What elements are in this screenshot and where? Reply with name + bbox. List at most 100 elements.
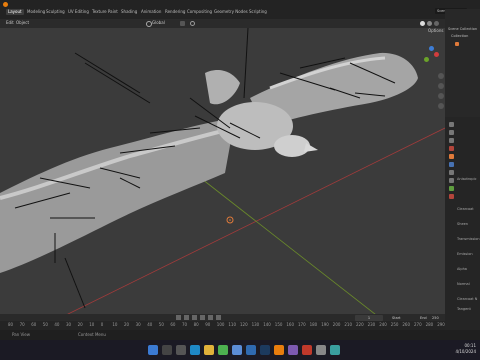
modifier-props-icon[interactable] bbox=[449, 162, 454, 167]
timeline-frame-number: 220 bbox=[356, 322, 364, 327]
scene-props-icon[interactable] bbox=[449, 138, 454, 143]
taskbar-clock[interactable]: 00:11 4/10/2024 bbox=[455, 343, 476, 355]
prop-label-sheen: Sheen bbox=[457, 222, 468, 226]
store-icon[interactable] bbox=[232, 345, 242, 355]
tab-modeling[interactable]: Modeling bbox=[27, 9, 45, 15]
outliner-scene-collection[interactable]: Scene Collection bbox=[448, 27, 477, 31]
jump-start-icon[interactable] bbox=[176, 315, 181, 320]
3d-viewport[interactable]: Options bbox=[0, 28, 445, 318]
timeline-frame-number: 100 bbox=[216, 322, 225, 327]
blender-logo-icon[interactable] bbox=[3, 2, 8, 7]
tab-texture-paint[interactable]: Texture Paint bbox=[92, 9, 118, 15]
eagle-tail bbox=[205, 70, 240, 105]
tab-geometry-nodes[interactable]: Geometry Nodes bbox=[214, 9, 248, 15]
status-context-menu: Context Menu bbox=[78, 332, 106, 337]
timeline-frame-number: 190 bbox=[321, 322, 329, 327]
prop-label-anisotropic: Anisotropic bbox=[457, 177, 477, 181]
tab-rendering[interactable]: Rendering bbox=[165, 9, 185, 15]
constraint-props-icon[interactable] bbox=[449, 178, 454, 183]
navigation-gizmo[interactable] bbox=[422, 46, 440, 64]
tab-compositing[interactable]: Compositing bbox=[187, 9, 212, 15]
properties-panel: Anisotropic Clearcoat Sheen Transmission… bbox=[445, 117, 480, 330]
options-button[interactable]: Options bbox=[428, 28, 443, 34]
app-icon-4[interactable] bbox=[330, 345, 340, 355]
timeline-frame-number: 290 bbox=[437, 322, 445, 327]
viewport-shading-solid-icon[interactable] bbox=[420, 21, 425, 26]
timeline-frame-number: 80 bbox=[8, 322, 14, 327]
search-icon[interactable] bbox=[162, 345, 172, 355]
status-bar: Pan View Context Menu bbox=[0, 330, 480, 340]
prop-label-clearcoat-normal: Clearcoat N bbox=[457, 297, 478, 301]
file-explorer-icon[interactable] bbox=[204, 345, 214, 355]
jump-end-icon[interactable] bbox=[216, 315, 221, 320]
start-icon[interactable] bbox=[148, 345, 158, 355]
outliner-collection[interactable]: Collection bbox=[451, 34, 468, 38]
tab-uv-editing[interactable]: UV Editing bbox=[68, 9, 89, 15]
gizmo-z-axis[interactable] bbox=[429, 46, 434, 51]
timeline-ruler[interactable]: 80 70 60 50 40 30 20 10 0 10 20 30 40 50 60 70 80 90 100 11… bbox=[0, 321, 445, 330]
gizmo-x-axis[interactable] bbox=[434, 52, 439, 57]
edit-menu[interactable]: Edit bbox=[6, 20, 14, 26]
viewport-shading-render-icon[interactable] bbox=[434, 21, 439, 26]
timeline-frame-number: 90 bbox=[205, 322, 211, 327]
viewport-canvas[interactable] bbox=[0, 28, 445, 318]
app-icon-2[interactable] bbox=[302, 345, 312, 355]
output-props-icon[interactable] bbox=[449, 130, 454, 135]
chrome-icon[interactable] bbox=[218, 345, 228, 355]
edge-icon[interactable] bbox=[190, 345, 200, 355]
app-icon-3[interactable] bbox=[316, 345, 326, 355]
clock-date: 4/10/2024 bbox=[455, 349, 476, 354]
y-axis-line bbox=[174, 157, 381, 318]
snap-icon[interactable] bbox=[180, 21, 185, 26]
data-props-icon[interactable] bbox=[449, 186, 454, 191]
zoom-icon[interactable] bbox=[438, 73, 444, 79]
timeline-frame-number: 150 bbox=[274, 322, 283, 327]
tab-scripting[interactable]: Scripting bbox=[249, 9, 267, 15]
task-view-icon[interactable] bbox=[176, 345, 186, 355]
timeline-frame-number: 70 bbox=[19, 322, 25, 327]
blender-taskbar-icon[interactable] bbox=[274, 345, 284, 355]
tab-shading[interactable]: Shading bbox=[121, 9, 137, 15]
workspace-bar: Layout Modeling Sculpting UV Editing Tex… bbox=[0, 0, 480, 19]
timeline-frame-number: 30 bbox=[135, 322, 141, 327]
timeline-frame-number: 270 bbox=[414, 322, 422, 327]
timeline-frame-number: 240 bbox=[379, 322, 387, 327]
prev-keyframe-icon[interactable] bbox=[184, 315, 189, 320]
timeline-frame-number: 0 bbox=[100, 322, 104, 327]
object-menu[interactable]: Object bbox=[16, 20, 29, 26]
viewport-shading-material-icon[interactable] bbox=[427, 21, 432, 26]
object-props-icon[interactable] bbox=[449, 154, 454, 159]
mail-icon[interactable] bbox=[246, 345, 256, 355]
photoshop-icon[interactable] bbox=[260, 345, 270, 355]
timeline-frame-number: 230 bbox=[367, 322, 376, 327]
play-reverse-icon[interactable] bbox=[192, 315, 197, 320]
timeline-frame-number: 50 bbox=[158, 322, 164, 327]
prop-label-emission: Emission bbox=[457, 252, 473, 256]
proportional-edit-icon[interactable] bbox=[190, 21, 195, 26]
tab-layout[interactable]: Layout bbox=[6, 9, 24, 15]
gizmo-y-axis[interactable] bbox=[424, 57, 429, 62]
eagle-head bbox=[274, 135, 310, 157]
prop-label-alpha: Alpha bbox=[457, 267, 467, 271]
timeline-frame-number: 200 bbox=[332, 322, 341, 327]
pan-hand-icon[interactable] bbox=[438, 83, 444, 89]
tab-animation[interactable]: Animation bbox=[141, 9, 161, 15]
material-props-icon[interactable] bbox=[449, 194, 454, 199]
prop-label-normal: Normal bbox=[457, 282, 470, 286]
prop-label-transmission: Transmission bbox=[457, 237, 480, 241]
tab-sculpting[interactable]: Sculpting bbox=[46, 9, 65, 15]
app-icon-1[interactable] bbox=[288, 345, 298, 355]
render-props-icon[interactable] bbox=[449, 122, 454, 127]
physics-props-icon[interactable] bbox=[449, 170, 454, 175]
transform-orientation-select[interactable]: Global bbox=[152, 20, 165, 26]
prop-label-clearcoat: Clearcoat bbox=[457, 207, 474, 211]
next-keyframe-icon[interactable] bbox=[208, 315, 213, 320]
timeline-frame-number: 210 bbox=[344, 322, 353, 327]
world-props-icon[interactable] bbox=[449, 146, 454, 151]
play-icon[interactable] bbox=[200, 315, 205, 320]
timeline-frame-number: 160 bbox=[286, 322, 295, 327]
timeline-frame-number: 170 bbox=[298, 322, 306, 327]
camera-view-icon[interactable] bbox=[438, 93, 444, 99]
timeline-frame-number: 50 bbox=[42, 322, 48, 327]
perspective-grid-icon[interactable] bbox=[438, 103, 444, 109]
